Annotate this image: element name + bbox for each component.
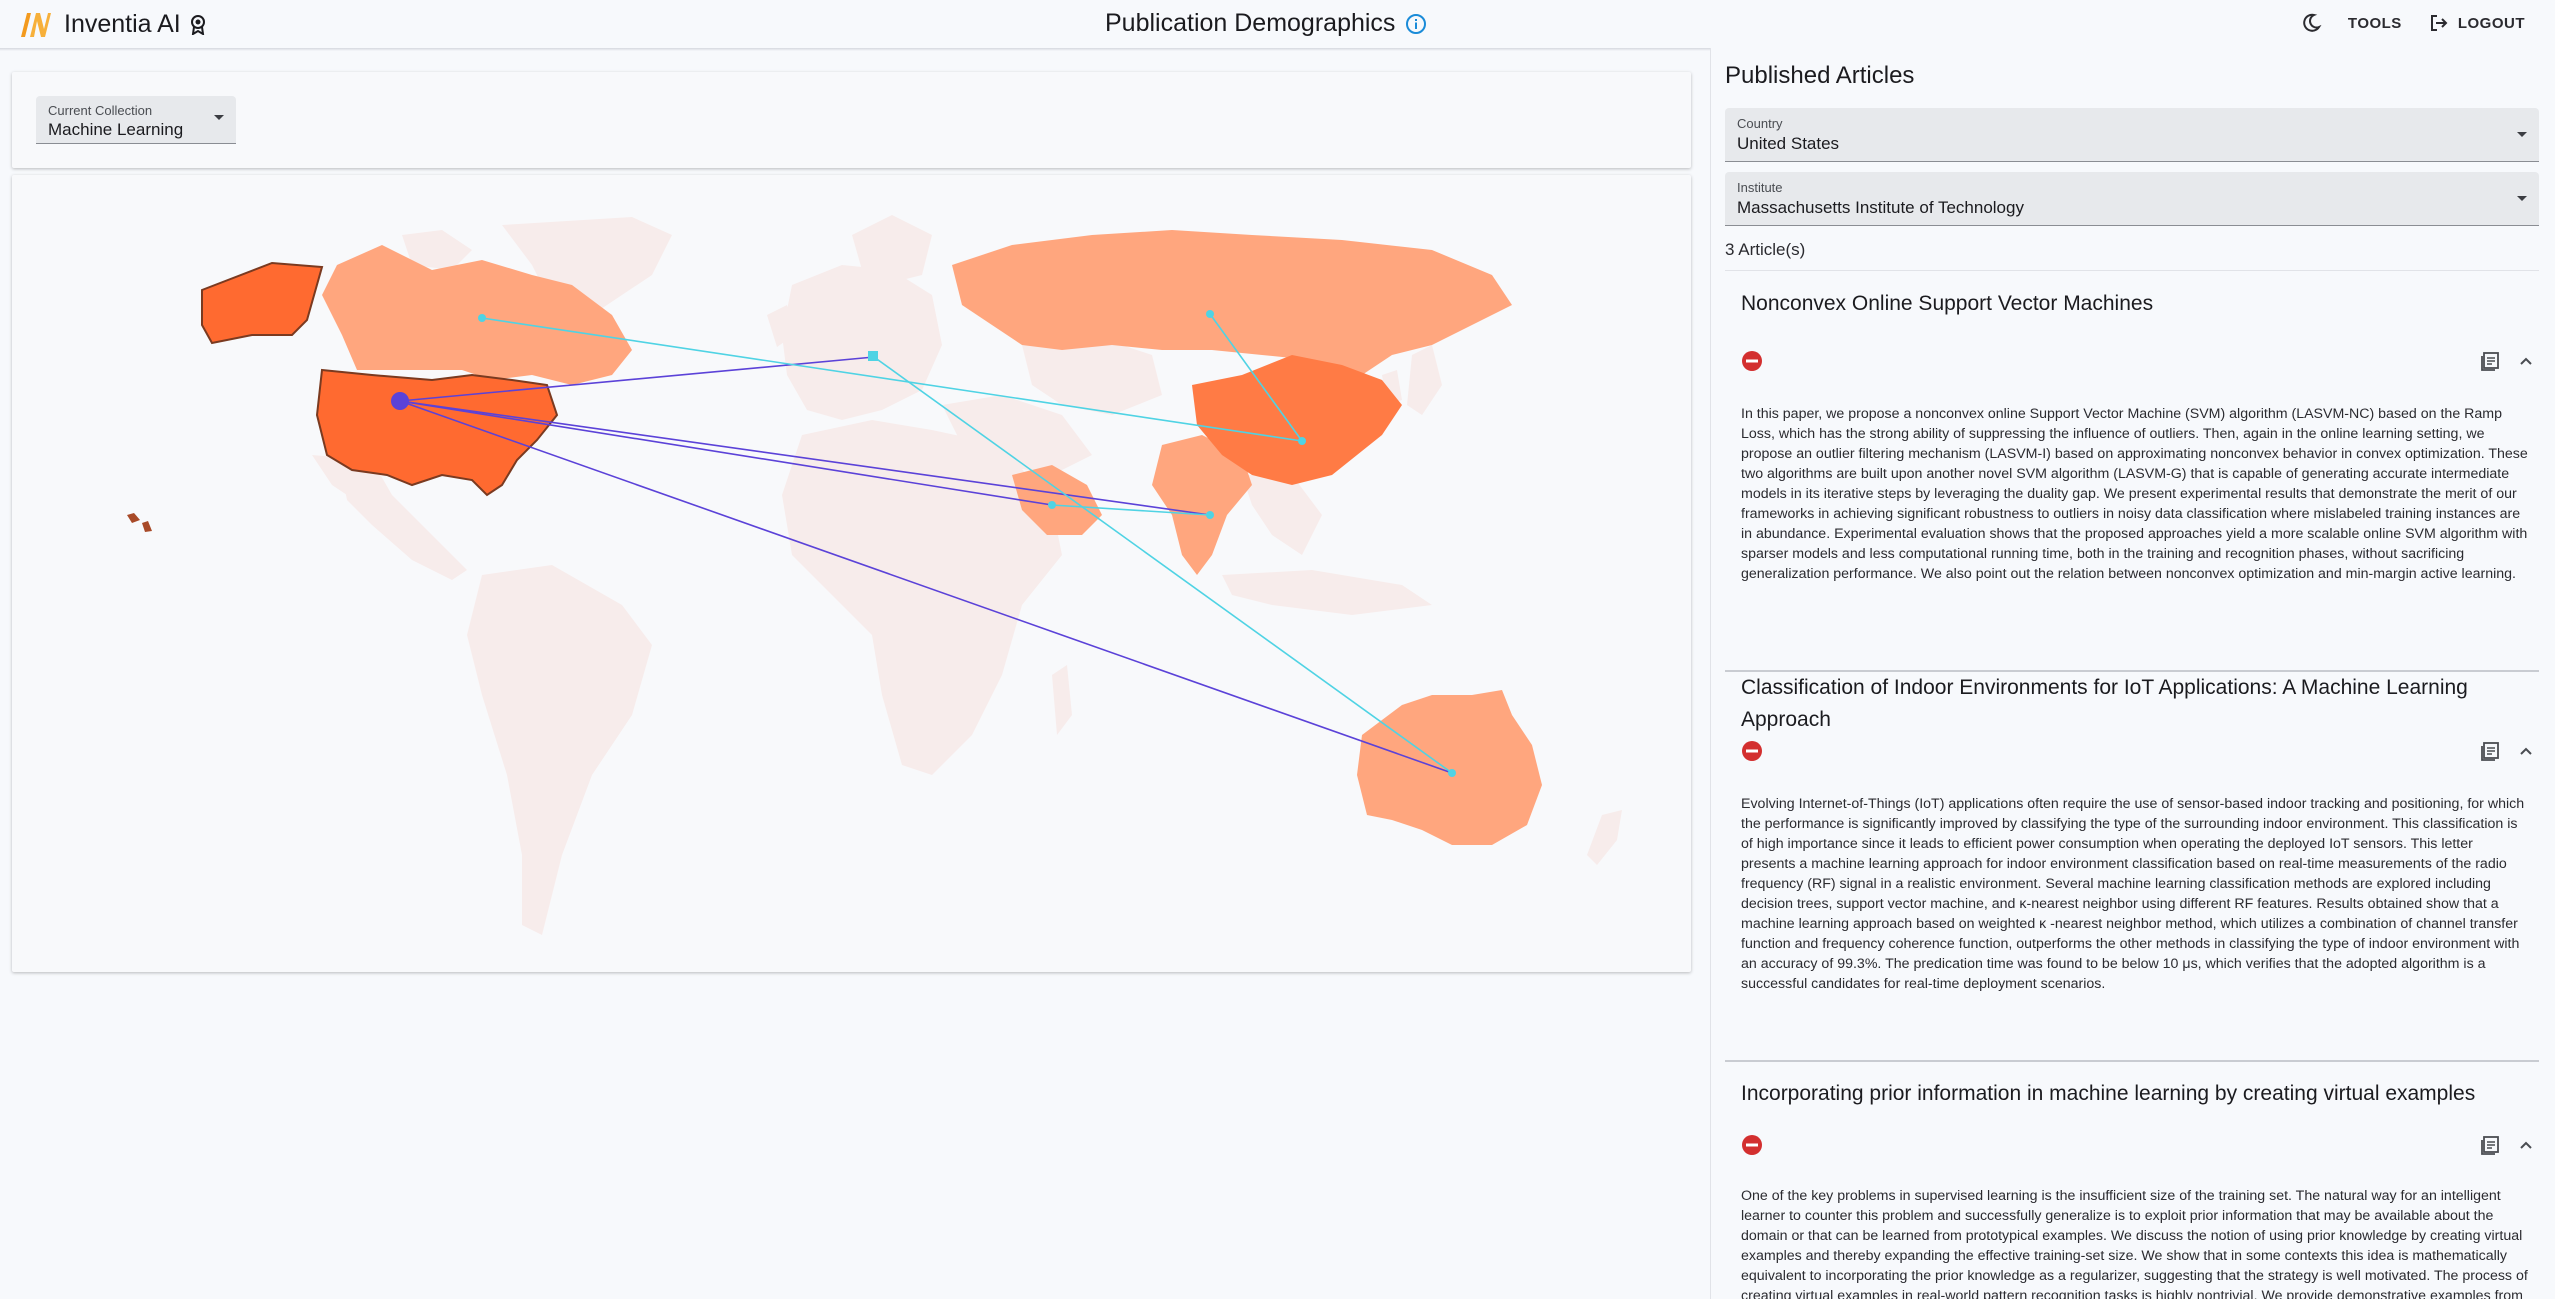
marker-china[interactable] [1298, 437, 1306, 445]
divider [1725, 1060, 2539, 1062]
award-badge-icon [190, 15, 205, 35]
marker-russia[interactable] [1206, 310, 1214, 318]
world-map[interactable] [12, 175, 1691, 972]
articles-panel: Published Articles Country United States… [1710, 48, 2555, 1299]
marker-europe[interactable] [868, 351, 878, 361]
app-header: Inventia AI Publication Demographics TOO… [0, 0, 2555, 51]
logout-button-label: LOGOUT [2457, 14, 2525, 32]
collection-select-label: Current Collection [48, 103, 153, 118]
remove-circle-icon[interactable] [1741, 350, 1763, 372]
country-select-label: Country [1737, 116, 1783, 131]
country-select-value: United States [1737, 134, 1840, 153]
europe[interactable] [782, 265, 942, 420]
caret-down-icon [2517, 132, 2527, 137]
article-title: Incorporating prior information in machi… [1741, 1082, 2476, 1105]
new-zealand[interactable] [1587, 810, 1622, 865]
logout-icon [2430, 15, 2448, 31]
brand-name: Inventia AI [64, 9, 181, 38]
page-title-text: Publication Demographics [1105, 9, 1396, 37]
info-icon[interactable] [1405, 13, 1427, 35]
chevron-up-icon[interactable] [2515, 350, 2537, 372]
alaska[interactable] [201, 261, 324, 345]
logout-button[interactable]: LOGOUT [2428, 12, 2525, 34]
caret-down-icon [2517, 196, 2527, 201]
divider [1725, 270, 2539, 271]
institute-select-label: Institute [1737, 180, 1783, 195]
madagascar[interactable] [1052, 665, 1072, 735]
remove-circle-icon[interactable] [1741, 740, 1763, 762]
inventia-logo-icon [21, 13, 51, 37]
institute-select[interactable]: Institute Massachusetts Institute of Tec… [1725, 172, 2539, 226]
south-america[interactable] [467, 565, 652, 935]
collection-select-value: Machine Learning [48, 120, 184, 139]
document-icon[interactable] [2479, 740, 2501, 762]
article-title: Nonconvex Online Support Vector Machines [1741, 292, 2154, 315]
marker-india[interactable] [1206, 511, 1214, 519]
chevron-up-icon[interactable] [2515, 740, 2537, 762]
southeast-asia[interactable] [1242, 475, 1322, 555]
marker-usa-selected[interactable] [391, 392, 409, 410]
page-title: Publication Demographics [1105, 9, 1427, 38]
collection-select[interactable]: Current Collection Machine Learning [36, 96, 236, 144]
article-abstract: Evolving Internet-of-Things (IoT) applic… [1741, 796, 2525, 992]
tools-button[interactable]: TOOLS [2348, 15, 2402, 32]
marker-canada[interactable] [478, 314, 486, 322]
remove-circle-icon[interactable] [1741, 1134, 1763, 1156]
document-icon[interactable] [2479, 350, 2501, 372]
brand[interactable]: Inventia AI [18, 7, 209, 41]
article-title: Classification of Indoor Environments fo… [1741, 676, 2468, 731]
country-select[interactable]: Country United States [1725, 108, 2539, 162]
collection-card: Current Collection Machine Learning [12, 72, 1691, 168]
caret-down-icon [214, 115, 224, 120]
marker-australia[interactable] [1448, 769, 1456, 777]
marker-saudi[interactable] [1048, 501, 1056, 509]
japan[interactable] [1407, 345, 1442, 415]
world-map-card [12, 175, 1691, 972]
australia[interactable] [1357, 690, 1542, 845]
institute-select-value: Massachusetts Institute of Technology [1737, 198, 2024, 217]
article-count: 3 Article(s) [1725, 240, 1806, 259]
indonesia[interactable] [1222, 570, 1432, 615]
document-icon[interactable] [2479, 1134, 2501, 1156]
article-abstract: One of the key problems in supervised le… [1741, 1188, 2528, 1299]
dark-mode-moon-icon[interactable] [2300, 12, 2322, 34]
tools-button-label: TOOLS [2347, 14, 2402, 32]
article-abstract: In this paper, we propose a nonconvex on… [1741, 406, 2528, 582]
hawaii[interactable] [127, 513, 152, 532]
panel-title: Published Articles [1725, 62, 1915, 89]
header-actions: TOOLS LOGOUT [2300, 12, 2525, 34]
chevron-up-icon[interactable] [2515, 1134, 2537, 1156]
